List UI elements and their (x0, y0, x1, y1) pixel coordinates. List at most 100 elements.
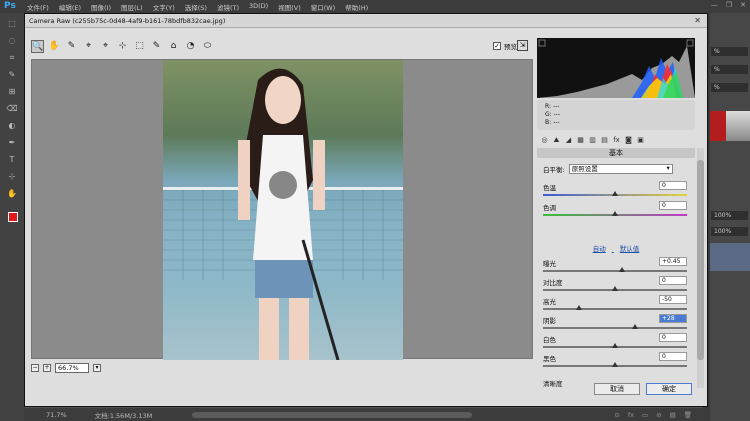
camera-raw-tool-icon[interactable]: ⬚ (133, 40, 146, 53)
temperature-slider-knob[interactable] (612, 191, 618, 196)
menu-item[interactable]: 帮助(H) (340, 2, 373, 12)
camera-raw-tool-icon[interactable]: ⌖ (82, 40, 95, 53)
menu-item[interactable]: 文字(Y) (148, 2, 180, 12)
camera-raw-tool-icon[interactable]: ✎ (65, 40, 78, 53)
restore-button[interactable]: ❐ (726, 1, 732, 9)
tool-icon[interactable]: ⌗ (6, 53, 18, 62)
zoom-in-button[interactable]: + (43, 364, 51, 372)
fullscreen-icon[interactable]: ⇲ (517, 40, 528, 51)
tint-value[interactable]: 0 (659, 201, 687, 210)
cancel-button[interactable]: 取消 (594, 383, 640, 395)
tool-icon[interactable]: T (6, 155, 18, 164)
tool-icon[interactable]: ✒ (6, 138, 18, 147)
camera-raw-tool-icon[interactable]: ✎ (150, 40, 163, 53)
adjustment-value[interactable]: +0.45 (659, 257, 687, 266)
adjustment-slider[interactable] (543, 267, 687, 272)
camera-raw-tool-icon[interactable]: ✋ (48, 40, 61, 53)
layer-action-icon[interactable]: ▤ (670, 411, 676, 419)
preview-checkbox[interactable]: ✓ (493, 42, 501, 50)
camera-raw-tool-icon[interactable]: ⊹ (116, 40, 129, 53)
menu-item[interactable]: 编辑(E) (54, 2, 86, 12)
dialog-close-icon[interactable]: ✕ (694, 16, 701, 25)
layer-action-icon[interactable]: fx (628, 411, 634, 419)
adjustment-value[interactable]: 0 (659, 352, 687, 361)
panel-scroll-thumb[interactable] (697, 160, 704, 360)
layer-action-icon[interactable]: ⊘ (656, 411, 661, 419)
minimize-button[interactable]: — (711, 1, 718, 9)
camera-raw-tool-icon[interactable]: ⌂ (167, 40, 180, 53)
adjustment-slider-knob[interactable] (612, 362, 618, 367)
layer-thumbnail[interactable] (710, 243, 750, 271)
foreground-color-swatch[interactable] (8, 212, 18, 222)
temperature-slider[interactable] (543, 191, 687, 196)
tool-icon[interactable]: ⬚ (6, 19, 18, 28)
adjustment-slider[interactable] (543, 324, 687, 329)
panel-tab-icon[interactable]: ▣ (636, 136, 645, 145)
menu-item[interactable]: 3D(D) (244, 2, 273, 12)
horizontal-scrollbar[interactable] (192, 411, 473, 418)
menu-item[interactable]: 图像(I) (86, 2, 116, 12)
adjustment-slider[interactable] (543, 362, 687, 367)
menu-item[interactable]: 窗口(W) (306, 2, 341, 12)
tool-icon[interactable]: ⊹ (6, 172, 18, 181)
tool-icon[interactable]: ⊞ (6, 87, 18, 96)
zoom-tool-icon[interactable]: 🔍 (31, 39, 44, 53)
layer-action-icon[interactable]: 🗑 (684, 411, 692, 419)
panel-tab-icon[interactable]: ◎ (540, 136, 549, 145)
adjustment-slider[interactable] (543, 343, 687, 348)
color-swatch[interactable] (710, 111, 726, 141)
panel-scrollbar[interactable] (697, 148, 704, 388)
panel-tab-icon[interactable]: ▤ (600, 136, 609, 145)
adjustment-value[interactable]: +28 (659, 314, 687, 323)
tool-icon[interactable]: ⌫ (6, 104, 18, 113)
adjustment-slider[interactable] (543, 305, 687, 310)
camera-raw-tool-icon[interactable]: ⬭ (201, 40, 214, 53)
camera-raw-tool-icon[interactable]: ◔ (184, 40, 197, 53)
panel-tab-icon[interactable]: ◙ (624, 136, 633, 145)
panel-tab-icon[interactable]: ▦ (576, 136, 585, 145)
zoom-level-field[interactable]: 66.7% (55, 363, 89, 373)
camera-raw-tool-icon[interactable]: ⌖ (99, 40, 112, 53)
white-balance-select[interactable]: 原照设置 (568, 164, 673, 174)
zoom-out-button[interactable]: − (31, 364, 39, 372)
adjustment-value[interactable]: 0 (659, 333, 687, 342)
panel-tab-icon[interactable]: ◢ (564, 136, 573, 145)
ok-button[interactable]: 确定 (646, 383, 692, 395)
tint-slider-knob[interactable] (612, 211, 618, 216)
panel-tab-icon[interactable]: ▥ (588, 136, 597, 145)
adjustment-slider-knob[interactable] (619, 267, 626, 272)
menu-item[interactable]: 视图(V) (273, 2, 306, 12)
menu-item[interactable]: 滤镜(T) (212, 2, 244, 12)
adjustment-slider[interactable] (543, 286, 687, 291)
tool-icon[interactable]: ◌ (6, 36, 18, 45)
default-link[interactable]: 默认值 (620, 245, 640, 253)
tool-icon[interactable]: ◐ (6, 121, 18, 130)
menu-item[interactable]: 图层(L) (116, 2, 148, 12)
adjustment-slider-knob[interactable] (612, 343, 618, 348)
preview-toggle[interactable]: ✓ 预览 (493, 41, 517, 51)
zoom-dropdown-icon[interactable]: ▾ (93, 364, 101, 372)
panel-value-field[interactable]: 100% (711, 211, 748, 220)
adjustment-value[interactable]: 0 (659, 276, 687, 285)
close-window-button[interactable]: ✕ (740, 1, 746, 9)
panel-value-field[interactable]: % (711, 47, 748, 56)
dialog-titlebar[interactable]: Camera Raw (c255b75c-0d48-4af9-b161-78bd… (25, 14, 707, 28)
menu-item[interactable]: 选择(S) (180, 2, 212, 12)
tool-icon[interactable]: ✋ (6, 189, 18, 198)
layer-action-icon[interactable]: ▭ (642, 411, 648, 419)
temperature-value[interactable]: 0 (659, 181, 687, 190)
panel-value-field[interactable]: 100% (711, 227, 748, 236)
panel-value-field[interactable]: % (711, 65, 748, 74)
menu-item[interactable]: 文件(F) (22, 2, 54, 12)
panel-tab-icon[interactable]: fx (612, 136, 621, 145)
auto-link[interactable]: 自动 (593, 245, 606, 253)
adjustment-slider-knob[interactable] (632, 324, 639, 329)
tool-icon[interactable]: ✎ (6, 70, 18, 79)
panel-value-field[interactable]: % (711, 83, 748, 92)
image-preview-area[interactable] (31, 59, 533, 360)
adjustment-slider-knob[interactable] (612, 286, 618, 291)
adjustment-value[interactable]: -50 (659, 295, 687, 304)
gradient-swatch[interactable] (726, 111, 750, 141)
adjustment-slider-knob[interactable] (576, 305, 582, 310)
tint-slider[interactable] (543, 211, 687, 216)
